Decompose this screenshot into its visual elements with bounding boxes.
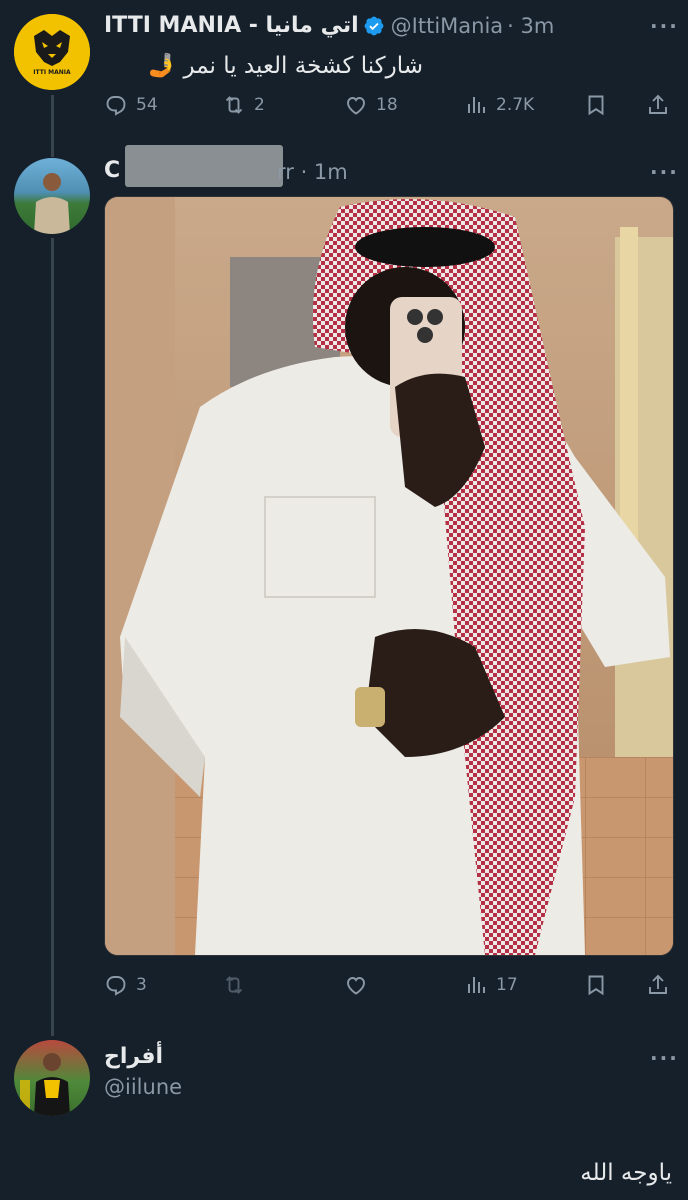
avatar[interactable]: ITTI MANIA [14,14,90,90]
share-button[interactable] [646,93,678,117]
views-count: 17 [496,975,518,995]
more-horizontal-icon[interactable]: ··· [650,1046,679,1070]
views-icon [468,97,485,113]
reply-count: 3 [136,975,147,995]
bookmark-button[interactable] [584,973,616,997]
share-icon [649,94,667,114]
share-icon [649,974,667,994]
verified-badge-icon [364,16,384,35]
tweet-header: C [104,158,120,183]
tweet-text: شاركنا كشخة العيد يا نمر 🤳 [147,53,423,79]
reply-icon [106,976,126,996]
reply-button[interactable]: 3 [104,973,147,997]
retweet-icon [225,96,243,114]
display-name[interactable]: أفراح [104,1044,182,1069]
bookmark-icon [588,95,604,116]
tiger-logo-icon [14,14,90,90]
handle[interactable]: @iilune [104,1075,182,1099]
timestamp[interactable]: · 3m [507,14,554,38]
retweet-count: 2 [254,95,265,115]
views-count: 2.7K [496,95,535,115]
player-photo-icon [20,1053,70,1116]
timestamp[interactable]: rr · 1m [277,160,348,184]
like-button[interactable]: 18 [344,93,398,117]
bookmark-icon [588,975,604,996]
redacted-name-block [125,145,283,187]
heart-icon [347,977,365,995]
tweet-header: أفراح @iilune [104,1044,182,1099]
reply-icon [106,96,126,116]
bookmark-button[interactable] [584,93,616,117]
selfie-photo-illustration [105,197,673,955]
tweet-header: ITTI MANIA - اتي مانيا @IttiMania · 3m [104,13,554,38]
views-button[interactable]: 2.7K [464,93,534,117]
thread-line-1 [51,95,54,157]
more-horizontal-icon[interactable]: ··· [650,14,679,38]
like-count: 18 [376,95,398,115]
display-name[interactable]: C [104,158,120,183]
views-button[interactable]: 17 [464,973,518,997]
more-horizontal-icon[interactable]: ··· [650,160,679,184]
views-icon [468,977,485,993]
avatar-logo-text: ITTI MANIA [33,69,71,76]
avatar[interactable] [14,1040,90,1116]
reply-button[interactable]: 54 [104,93,158,117]
heart-icon [347,97,365,115]
thread-line-2 [51,238,54,1036]
share-button[interactable] [646,973,678,997]
handle[interactable]: @IttiMania [391,14,504,38]
retweet-button[interactable]: 2 [222,93,265,117]
player-photo-icon [34,173,70,234]
display-name[interactable]: ITTI MANIA - اتي مانيا [104,13,359,38]
retweet-button[interactable] [222,973,254,997]
reply-count: 54 [136,95,158,115]
tweet-text: ياوجه الله [580,1160,672,1186]
tweet-photo[interactable] [104,196,674,956]
avatar[interactable] [14,158,90,234]
retweet-icon [225,976,243,994]
like-button[interactable] [344,973,376,997]
